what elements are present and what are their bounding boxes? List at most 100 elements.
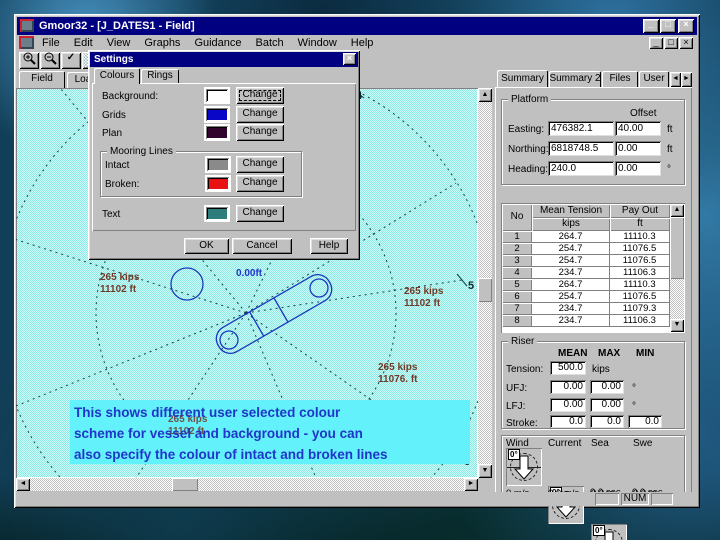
magnifier-plus-icon <box>23 52 36 65</box>
table-row[interactable]: 1 264.7 11110.3 <box>502 231 670 243</box>
wind-dial[interactable]: 0° <box>506 448 542 486</box>
riser-mean-header: MEAN <box>558 348 588 359</box>
tab-scroll-left-button[interactable]: ◄ <box>670 72 681 87</box>
settings-close-button[interactable]: × <box>343 53 356 65</box>
col-payout-unit: ft <box>610 218 670 231</box>
table-row[interactable]: 5 264.7 11110.3 <box>502 279 670 291</box>
easting-unit: ft <box>667 124 673 135</box>
offset-label: 0.00ft <box>236 268 263 279</box>
northing-offset-field[interactable]: 0.00 <box>615 141 661 156</box>
background-change-button[interactable]: Change <box>236 87 284 104</box>
table-row[interactable]: 4 234.7 11106.3 <box>502 267 670 279</box>
riser-max-header: MAX <box>598 348 621 359</box>
offset-header: Offset <box>630 108 657 119</box>
settings-title-bar[interactable]: Settings × <box>90 52 358 67</box>
table-row[interactable]: 6 254.7 11076.5 <box>502 291 670 303</box>
tab-files[interactable]: Files <box>602 71 638 88</box>
child-close-button[interactable]: × <box>679 37 693 49</box>
col-tension-header: Mean Tension <box>532 204 610 218</box>
easting-offset-field[interactable]: 40.00 <box>615 121 661 136</box>
zoom-out-button[interactable] <box>40 52 60 69</box>
table-row[interactable]: 3 254.7 11076.5 <box>502 255 670 267</box>
table-scroll-down-button[interactable]: ▼ <box>670 319 684 332</box>
menu-batch[interactable]: Batch <box>249 36 291 50</box>
riser-group-title: Riser <box>508 336 538 347</box>
tab-scroll-right-button[interactable]: ► <box>681 72 692 87</box>
menu-help[interactable]: Help <box>344 36 381 50</box>
menu-edit[interactable]: Edit <box>67 36 100 50</box>
platform-group: Platform Offset Easting: 476382.1 40.00 … <box>501 94 685 185</box>
mooring-lines-group-title: Mooring Lines <box>107 146 176 157</box>
menu-graphs[interactable]: Graphs <box>137 36 187 50</box>
ufj-max-field[interactable]: 0.00 <box>590 380 624 394</box>
scroll-up-button[interactable]: ▲ <box>478 88 492 102</box>
table-vscroll-thumb[interactable] <box>670 217 684 279</box>
table-row[interactable]: 8 234.7 11106.3 <box>502 315 670 327</box>
menu-file[interactable]: File <box>35 36 67 50</box>
tab-summary-2[interactable]: Summary 2 <box>549 71 601 88</box>
child-restore-button[interactable]: □ <box>664 37 678 49</box>
table-vscrollbar[interactable]: ▲ ▼ <box>670 204 684 332</box>
sea-dial[interactable]: 0° <box>591 524 627 540</box>
grids-swatch <box>204 106 230 123</box>
stroke-min-field[interactable]: 0.0 <box>628 415 662 428</box>
tab-summary-1[interactable]: Summary 1 <box>497 70 548 101</box>
title-bar[interactable]: Gmoor32 - [J_DATES1 - Field] _ □ × <box>17 17 697 35</box>
text-swatch <box>204 205 230 222</box>
stroke-label: Stroke: <box>506 418 538 429</box>
tab-rings[interactable]: Rings <box>141 69 179 84</box>
menu-view[interactable]: View <box>100 36 138 50</box>
riser-group: Riser MEAN MAX MIN Tension: 500.0 kips U… <box>501 336 685 429</box>
scroll-right-button[interactable]: ► <box>464 478 478 491</box>
anchor-5-label: 5 <box>468 280 475 292</box>
table-scroll-up-button[interactable]: ▲ <box>670 204 684 217</box>
menu-window[interactable]: Window <box>291 36 344 50</box>
help-button[interactable]: Help <box>310 238 348 254</box>
plan-change-button[interactable]: Change <box>236 124 284 141</box>
menu-guidance[interactable]: Guidance <box>187 36 248 50</box>
zoom-in-button[interactable] <box>19 52 39 69</box>
lfj-max-field[interactable]: 0.00 <box>590 398 624 412</box>
mooring-table[interactable]: No Mean Tension kips Pay Out ft 1 264.7 11… <box>501 203 685 333</box>
lfj-mean-field[interactable]: 0.00 <box>550 398 586 412</box>
restore-button[interactable]: □ <box>660 19 676 33</box>
ufj-mean-field[interactable]: 0.00 <box>550 380 586 394</box>
minimize-button[interactable]: _ <box>643 19 659 33</box>
broken-change-button[interactable]: Change <box>236 175 284 192</box>
wind-angle-badge: 0° <box>508 449 520 460</box>
easting-label: Easting: <box>508 124 545 135</box>
tab-field[interactable]: Field <box>19 71 65 88</box>
scroll-left-button[interactable]: ◄ <box>16 478 30 491</box>
tab-user[interactable]: User <box>639 71 669 88</box>
child-minimize-button[interactable]: _ <box>649 37 663 49</box>
stroke-mean-field[interactable]: 0.0 <box>550 415 586 428</box>
heading-field[interactable]: 240.0 <box>548 161 614 176</box>
vscroll-thumb[interactable] <box>478 278 492 302</box>
broken-label: Broken: <box>105 179 140 190</box>
scroll-down-button[interactable]: ▼ <box>478 464 492 478</box>
intact-change-button[interactable]: Change <box>236 156 284 173</box>
stroke-max-field[interactable]: 0.0 <box>590 415 624 428</box>
tab-colours[interactable]: Colours <box>94 68 140 84</box>
check-icon: ✓ <box>66 52 76 63</box>
grids-change-button[interactable]: Change <box>236 106 284 123</box>
riser-tension-label: Tension: <box>506 364 544 375</box>
heading-offset-field[interactable]: 0.00 <box>615 161 661 176</box>
plot-hscrollbar[interactable]: ◄ ► <box>16 478 478 491</box>
window-title: Gmoor32 - [J_DATES1 - Field] <box>39 20 195 32</box>
hscroll-thumb[interactable] <box>172 478 198 491</box>
easting-field[interactable]: 476382.1 <box>548 121 614 136</box>
select-tool-button[interactable]: ✓ <box>61 52 81 69</box>
broken-swatch <box>205 175 231 192</box>
table-row[interactable]: 7 234.7 11079.3 <box>502 303 670 315</box>
northing-field[interactable]: 6818748.5 <box>548 141 614 156</box>
riser-tension-field[interactable]: 500.0 <box>550 361 586 375</box>
line-label-left: 265 kips 11102 ft <box>100 272 140 295</box>
lfj-unit: ° <box>632 401 636 412</box>
plot-vscrollbar[interactable]: ▲ ▼ <box>478 88 492 478</box>
table-row[interactable]: 2 254.7 11076.5 <box>502 243 670 255</box>
cancel-button[interactable]: Cancel <box>232 238 292 254</box>
ok-button[interactable]: OK <box>184 238 229 254</box>
close-button[interactable]: × <box>678 19 694 33</box>
text-change-button[interactable]: Change <box>236 205 284 222</box>
